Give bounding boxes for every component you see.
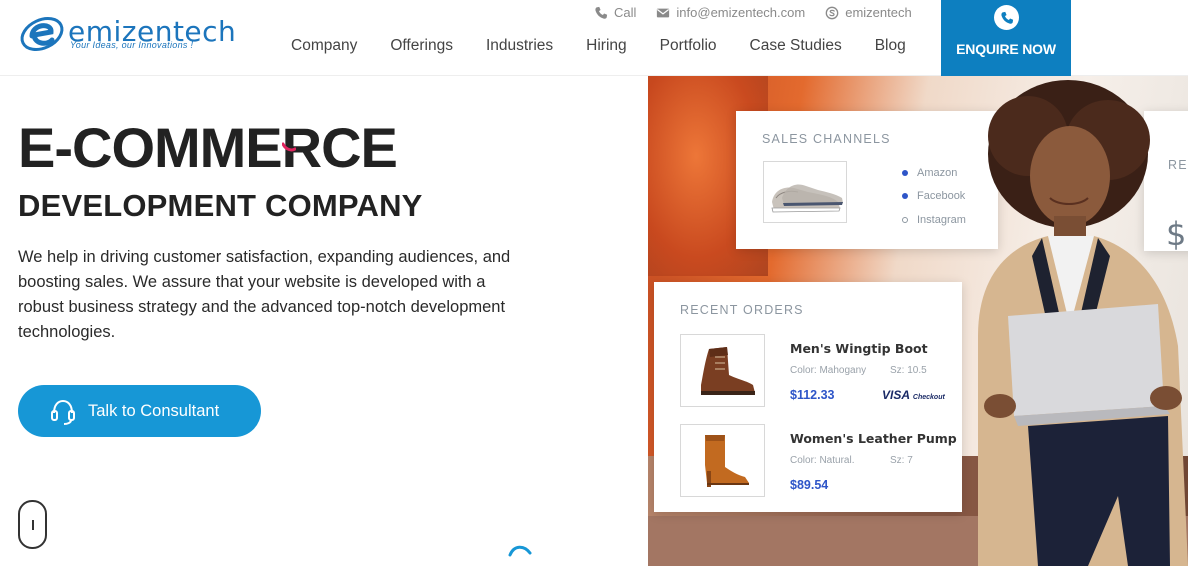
skype-name: emizentech [845, 5, 912, 20]
sales-channels-heading: SALES CHANNELS [762, 132, 891, 146]
active-dot-icon [902, 193, 908, 200]
scroll-mouse-icon[interactable] [18, 500, 47, 549]
visa-checkout-logo: VISA Checkout [882, 388, 945, 402]
cta-label: Talk to Consultant [88, 401, 220, 420]
order-name: Women's Leather Pump [790, 431, 957, 446]
hero-subtitle: DEVELOPMENT COMPANY [18, 188, 423, 223]
logo-mark-icon [20, 17, 64, 51]
boot-image [680, 334, 765, 407]
nav-item-portfolio[interactable]: Portfolio [660, 37, 717, 55]
nav-item-offerings[interactable]: Offerings [390, 37, 453, 55]
enquire-now-label: ENQUIRE NOW [956, 41, 1056, 57]
page: emizentech Your Ideas, our Innovations !… [0, 0, 1188, 566]
contact-email[interactable]: info@emizentech.com [656, 5, 805, 20]
nav-item-case-studies[interactable]: Case Studies [750, 37, 842, 55]
order-name: Men's Wingtip Boot [790, 341, 928, 356]
woman-with-laptop-image [978, 80, 1188, 566]
order-color: Color: Mahogany [790, 365, 867, 376]
main-nav: Company Offerings Industries Hiring Port… [291, 37, 906, 55]
accent-swoosh-icon [282, 142, 296, 152]
order-size: Sz: 10.5 [890, 365, 927, 376]
order-color: Color: Natural. [790, 455, 855, 466]
contact-bar: Call info@emizentech.com emizentech [594, 5, 912, 20]
sneaker-image [763, 161, 847, 223]
phone-circle-icon [994, 5, 1019, 30]
hero-title: E-COMMERCE [18, 116, 398, 179]
logo[interactable]: emizentech Your Ideas, our Innovations ! [18, 8, 236, 60]
recent-orders-card: RECENT ORDERS Men's Wingtip Boot Color: … [654, 282, 962, 512]
inactive-dot-icon [902, 216, 908, 223]
scroll-wheel [32, 520, 34, 530]
contact-skype[interactable]: emizentech [825, 5, 912, 20]
email-link: info@emizentech.com [676, 5, 806, 20]
loading-spinner-icon [508, 545, 532, 557]
hero-visual: SALES CHANNELS Amazon Facebook Instagram… [648, 76, 1188, 566]
recent-orders-heading: RECENT ORDERS [680, 303, 804, 317]
call-label: Call [614, 5, 637, 20]
headset-icon [51, 399, 75, 425]
order-price: $89.54 [790, 478, 829, 492]
active-dot-icon [902, 169, 908, 176]
mail-icon [657, 8, 670, 17]
logo-tagline: Your Ideas, our Innovations ! [70, 40, 194, 50]
hero-description: We help in driving customer satisfaction… [18, 248, 511, 341]
nav-item-industries[interactable]: Industries [486, 37, 553, 55]
phone-icon [595, 6, 608, 19]
skype-icon [825, 6, 839, 19]
order-item: Men's Wingtip Boot Color: Mahogany Sz: 1… [654, 334, 962, 408]
pump-image [680, 424, 765, 497]
talk-to-consultant-button[interactable]: Talk to Consultant [18, 385, 261, 437]
contact-call[interactable]: Call [594, 5, 636, 20]
order-size: Sz: 7 [890, 455, 913, 466]
enquire-now-button[interactable]: ENQUIRE NOW [941, 0, 1071, 76]
nav-item-company[interactable]: Company [291, 37, 357, 55]
nav-item-blog[interactable]: Blog [875, 37, 906, 55]
order-item: Women's Leather Pump Color: Natural. Sz:… [654, 424, 962, 498]
site-header: emizentech Your Ideas, our Innovations !… [0, 0, 1188, 76]
order-price: $112.33 [790, 388, 835, 402]
nav-item-hiring[interactable]: Hiring [586, 37, 626, 55]
